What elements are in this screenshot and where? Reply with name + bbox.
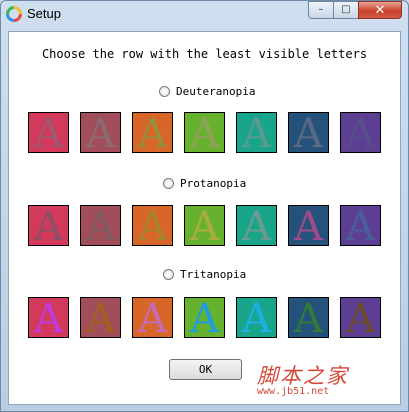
option-tritanopia[interactable]: Tritanopia	[163, 266, 246, 282]
color-swatch-tile: A	[340, 205, 381, 246]
minimize-button[interactable]: –	[308, 1, 334, 19]
swatch-letter: A	[86, 112, 115, 153]
color-swatch-tile: A	[80, 112, 121, 153]
swatch-letter: A	[346, 112, 375, 153]
swatch-letter: A	[294, 205, 323, 246]
option-protanopia-label: Protanopia	[180, 176, 247, 190]
swatch-letter: A	[242, 112, 271, 153]
dialog-content: Choose the row with the least visible le…	[8, 31, 401, 405]
watermark-url: www.jb51.net	[257, 386, 330, 397]
title-bar[interactable]: Setup – □ ✕	[1, 1, 408, 29]
swatch-letter: A	[190, 297, 219, 338]
color-swatch-tile: A	[236, 205, 277, 246]
color-swatch-tile: A	[132, 297, 173, 338]
radio-protanopia[interactable]	[163, 177, 174, 189]
color-swatch-tile: A	[340, 297, 381, 338]
color-swatch-tile: A	[288, 112, 329, 153]
swatch-letter: A	[294, 112, 323, 153]
radio-tritanopia[interactable]	[163, 268, 174, 280]
color-swatch-tile: A	[236, 112, 277, 153]
color-swatch-tile: A	[28, 205, 69, 246]
color-swatch-tile: A	[28, 112, 69, 153]
swatch-letter: A	[34, 205, 63, 246]
setup-window: Setup – □ ✕ Choose the row with the leas…	[0, 0, 409, 412]
swatch-letter: A	[86, 205, 115, 246]
color-swatch-tile: A	[236, 297, 277, 338]
swatch-letter: A	[86, 297, 115, 338]
swatch-letter: A	[138, 297, 167, 338]
instruction-heading: Choose the row with the least visible le…	[41, 47, 368, 61]
radio-deuteranopia[interactable]	[159, 85, 170, 97]
swatch-letter: A	[138, 205, 167, 246]
color-swatch-tile: A	[28, 297, 69, 338]
swatch-letter: A	[242, 297, 271, 338]
swatch-letter: A	[346, 205, 375, 246]
window-title: Setup	[27, 6, 61, 21]
swatch-letter: A	[190, 205, 219, 246]
swatch-letter: A	[294, 297, 323, 338]
color-swatch-tile: A	[184, 297, 225, 338]
swatch-letter: A	[34, 112, 63, 153]
option-protanopia[interactable]: Protanopia	[163, 175, 246, 191]
color-swatch-tile: A	[184, 112, 225, 153]
color-swatch-tile: A	[288, 205, 329, 246]
color-swatch-tile: A	[288, 297, 329, 338]
minimize-icon: –	[318, 4, 324, 15]
color-swatch-tile: A	[80, 297, 121, 338]
color-swatch-tile: A	[340, 112, 381, 153]
color-swatch-tile: A	[184, 205, 225, 246]
swatch-letter: A	[34, 297, 63, 338]
swatch-letter: A	[346, 297, 375, 338]
close-button[interactable]: ✕	[358, 1, 402, 19]
swatch-letter: A	[190, 112, 219, 153]
app-color-wheel-icon	[6, 6, 22, 22]
close-icon: ✕	[374, 2, 386, 18]
maximize-button[interactable]: □	[333, 1, 359, 19]
site-watermark: 脚本之家 www.jb51.net	[257, 360, 397, 402]
color-swatch-tile: A	[80, 205, 121, 246]
option-deuteranopia[interactable]: Deuteranopia	[159, 83, 255, 99]
color-swatch-tile: A	[132, 205, 173, 246]
color-swatch-tile: A	[132, 112, 173, 153]
maximize-icon: □	[341, 4, 351, 15]
swatch-letter: A	[242, 205, 271, 246]
ok-button[interactable]: OK	[169, 359, 242, 380]
option-deuteranopia-label: Deuteranopia	[176, 84, 256, 98]
option-tritanopia-label: Tritanopia	[180, 267, 247, 281]
swatch-letter: A	[138, 112, 167, 153]
